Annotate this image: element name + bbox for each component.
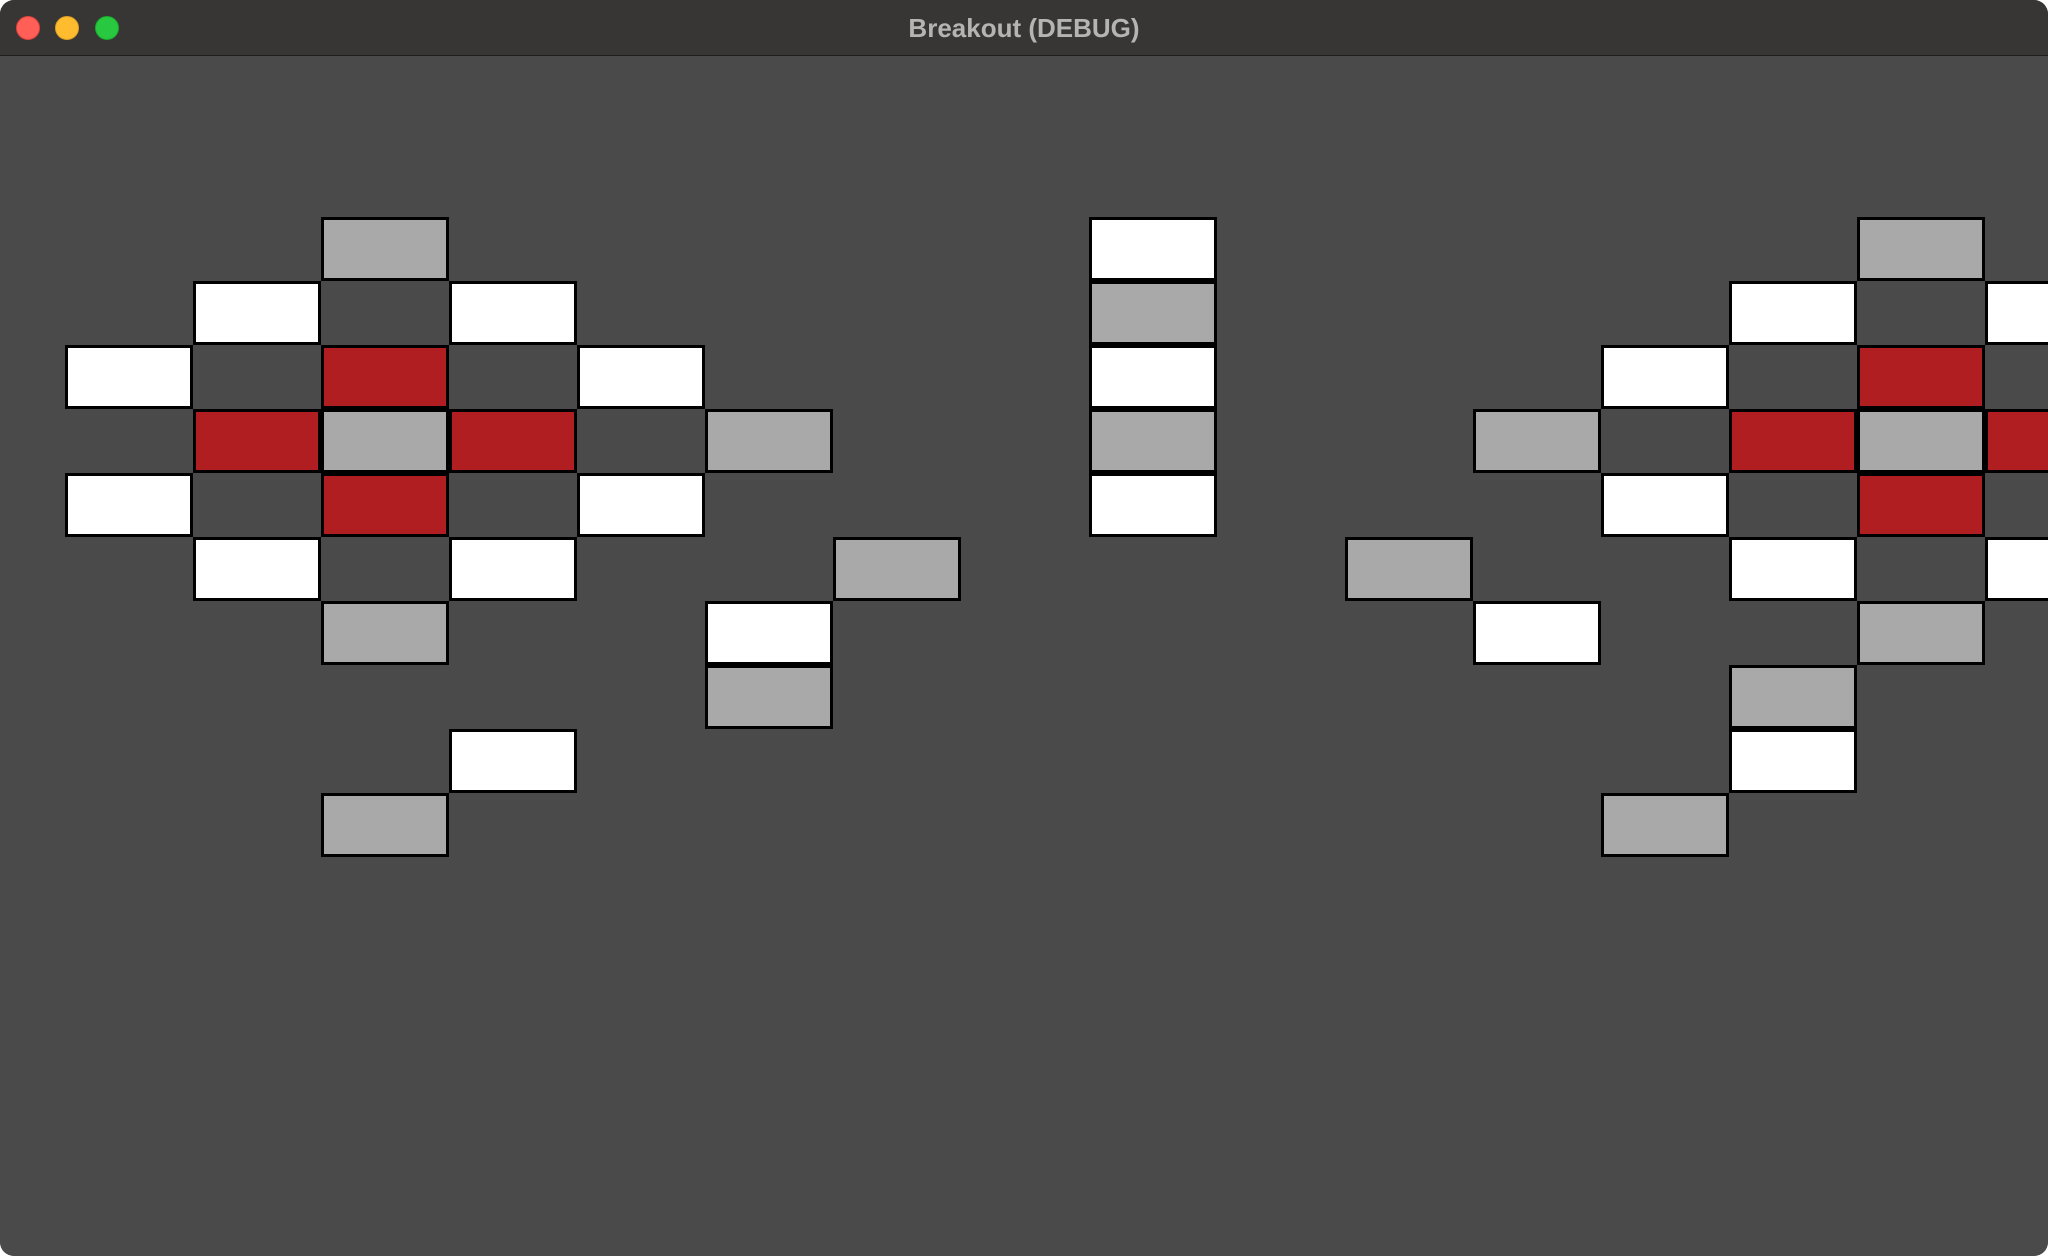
- gray-brick: [705, 665, 833, 729]
- red-brick: [1857, 345, 1985, 409]
- white-brick: [193, 281, 321, 345]
- game-window: Breakout (DEBUG): [0, 0, 2048, 1256]
- white-brick: [1601, 345, 1729, 409]
- red-brick: [1729, 409, 1857, 473]
- white-brick: [1089, 473, 1217, 537]
- red-brick: [1985, 409, 2048, 473]
- red-brick: [193, 409, 321, 473]
- white-brick: [65, 345, 193, 409]
- white-brick: [193, 537, 321, 601]
- white-brick: [449, 281, 577, 345]
- gray-brick: [1601, 793, 1729, 857]
- white-brick: [1089, 217, 1217, 281]
- gray-brick: [321, 217, 449, 281]
- red-brick: [449, 409, 577, 473]
- gray-brick: [1857, 217, 1985, 281]
- game-playfield[interactable]: [0, 57, 2048, 1256]
- gray-brick: [1345, 537, 1473, 601]
- red-brick: [321, 345, 449, 409]
- gray-brick: [321, 601, 449, 665]
- white-brick: [577, 473, 705, 537]
- title-bar[interactable]: Breakout (DEBUG): [0, 0, 2048, 56]
- gray-brick: [1089, 409, 1217, 473]
- gray-brick: [833, 537, 961, 601]
- white-brick: [1601, 473, 1729, 537]
- white-brick: [449, 537, 577, 601]
- gray-brick: [1473, 409, 1601, 473]
- gray-brick: [321, 409, 449, 473]
- white-brick: [1729, 729, 1857, 793]
- gray-brick: [705, 409, 833, 473]
- red-brick: [321, 473, 449, 537]
- white-brick: [577, 345, 705, 409]
- white-brick: [65, 473, 193, 537]
- red-brick: [1857, 473, 1985, 537]
- white-brick: [449, 729, 577, 793]
- gray-brick: [1857, 601, 1985, 665]
- white-brick: [1985, 537, 2048, 601]
- white-brick: [1473, 601, 1601, 665]
- white-brick: [1089, 345, 1217, 409]
- white-brick: [1985, 281, 2048, 345]
- gray-brick: [1729, 665, 1857, 729]
- gray-brick: [1089, 281, 1217, 345]
- gray-brick: [1857, 409, 1985, 473]
- gray-brick: [321, 793, 449, 857]
- window-title: Breakout (DEBUG): [908, 13, 1140, 43]
- white-brick: [1729, 537, 1857, 601]
- white-brick: [705, 601, 833, 665]
- white-brick: [1729, 281, 1857, 345]
